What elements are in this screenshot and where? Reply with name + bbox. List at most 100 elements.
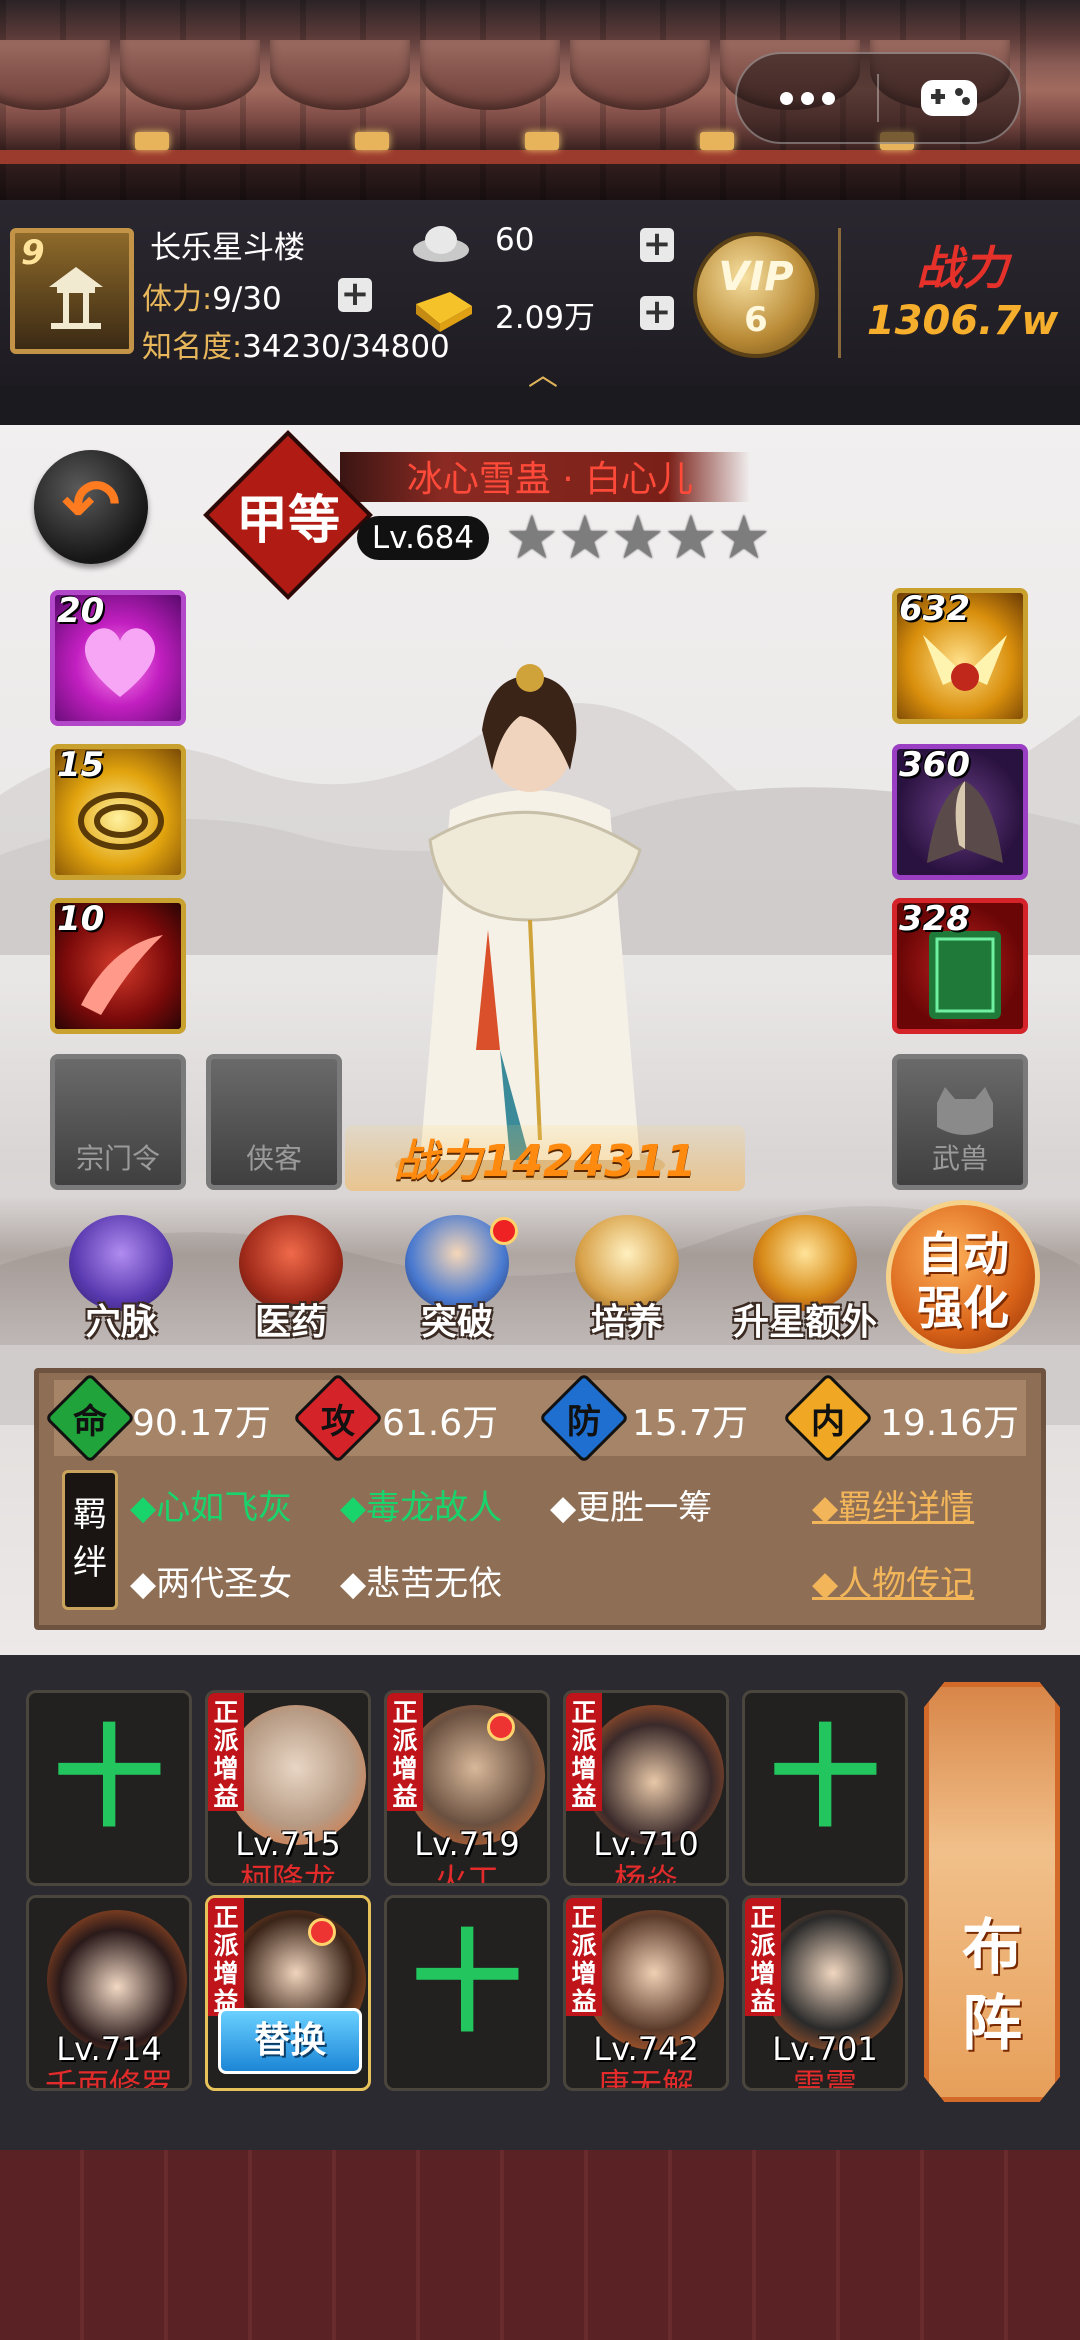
medicine-button[interactable]: 医药 <box>226 1215 356 1345</box>
slot-label: 侠客 <box>245 1142 302 1175</box>
righteous-buff-tag: 正派增益 <box>745 1898 781 2016</box>
inner-stat-icon-text: 内 <box>811 1402 845 1442</box>
companion-slot[interactable]: 侠客 <box>206 1054 342 1190</box>
silver-value: 60 <box>495 222 535 258</box>
add-hero-icon: 十 <box>412 1919 522 2047</box>
beast-slot[interactable]: 武兽 <box>892 1054 1028 1190</box>
bond-item: ◆心如飞灰 <box>130 1488 293 1528</box>
green-book-icon <box>929 931 1001 1019</box>
hero-avatar <box>405 1705 545 1845</box>
attack-stat-value: 61.6万 <box>382 1403 499 1444</box>
gold-ingot-icon <box>410 284 478 334</box>
inner-stat-value: 19.16万 <box>880 1403 1020 1444</box>
hero-avatar <box>763 1910 903 2050</box>
curtain <box>570 40 710 110</box>
skill-slot[interactable]: 10 <box>50 898 186 1034</box>
star-icon: ★ <box>717 503 771 573</box>
expand-chevron-icon[interactable]: ︿ <box>528 350 558 394</box>
hero-avatar <box>226 1705 366 1845</box>
team-slot-empty[interactable]: 十 <box>26 1690 192 1886</box>
skill-slot[interactable]: 15 <box>50 744 186 880</box>
stamina-label: 体力: <box>142 282 213 317</box>
player-avatar[interactable]: 9 <box>10 228 134 354</box>
function-label: 穴脉 <box>84 1302 157 1343</box>
defense-stat-icon-text: 防 <box>567 1402 601 1442</box>
team-slot[interactable]: 正派增益 Lv.701 雷震 <box>742 1895 908 2091</box>
hero-name: 火工 <box>434 1861 499 1886</box>
hero-power-value: 1424311 <box>481 1136 697 1187</box>
slot-label: 宗门令 <box>75 1142 160 1175</box>
bond-item: ◆悲苦无依 <box>340 1564 503 1604</box>
hero-name: 雷震 <box>792 2066 857 2091</box>
team-slot[interactable]: Lv.714 千面修罗 <box>26 1895 192 2091</box>
life-stat-icon-text: 命 <box>73 1402 107 1442</box>
equip-slot[interactable]: 328 <box>892 898 1028 1034</box>
function-label: 升星额外 <box>732 1302 877 1343</box>
team-slot[interactable]: 正派增益 Lv.710 杨焱 <box>563 1690 729 1886</box>
hero-power: 战力1424311 <box>345 1125 745 1191</box>
hero-name: 千面修罗 <box>44 2066 173 2091</box>
gamepad-button[interactable] <box>879 76 1019 120</box>
heart-skill-icon <box>84 628 156 697</box>
righteous-buff-tag: 正派增益 <box>208 1898 244 2016</box>
auto-enhance-button[interactable]: 自动 强化 <box>886 1200 1040 1354</box>
total-power: 战力 1306.7w <box>850 232 1075 360</box>
star-icon: ★ <box>664 503 718 573</box>
add-stamina-button[interactable]: + <box>338 277 372 312</box>
sect-token-slot[interactable]: 宗门令 <box>50 1054 186 1190</box>
hero-avatar <box>584 1910 724 2050</box>
team-slot[interactable]: 正派增益 Lv.742 唐无解 <box>563 1895 729 2091</box>
gold-value: 2.09万 <box>495 300 596 336</box>
total-power-value: 1306.7w <box>866 298 1059 344</box>
hero-name: 唐无解 <box>597 2066 694 2091</box>
add-silver-button[interactable]: + <box>640 227 674 262</box>
life-stat-value: 90.17万 <box>132 1403 272 1444</box>
edge-decoration <box>0 1300 20 1400</box>
vip-label: VIP <box>718 254 794 300</box>
equip-slot[interactable]: 632 <box>892 588 1028 724</box>
star-extra-button[interactable]: 升星额外 <box>730 1215 880 1345</box>
star-icon: ★ <box>558 503 612 573</box>
hero-name: 冰心雪蛊 · 白心儿 <box>406 459 694 500</box>
breakthrough-button[interactable]: 突破 <box>392 1215 522 1345</box>
team-slot-empty[interactable]: 十 <box>384 1895 550 2091</box>
bond-item: ◆两代圣女 <box>130 1564 293 1604</box>
bottom-decoration <box>0 2150 1080 2340</box>
replace-button[interactable]: 替换 <box>218 2008 362 2074</box>
equip-level: 328 <box>899 899 970 939</box>
hero-power-label: 战力 <box>393 1136 482 1187</box>
skill-level: 15 <box>57 745 105 785</box>
stamina-row: 体力:9/30 <box>142 274 282 318</box>
team-slot-current[interactable]: 正派增益 替换 <box>205 1895 371 2091</box>
beast-icon <box>937 1087 993 1135</box>
back-button[interactable]: ↶ <box>34 450 148 564</box>
biography-link[interactable]: ◆人物传记 <box>812 1556 1012 1605</box>
add-gold-button[interactable]: + <box>640 295 674 330</box>
vip-badge[interactable]: VIP 6 <box>693 232 819 358</box>
pagoda-icon <box>49 267 103 329</box>
hero-avatar <box>584 1705 724 1845</box>
attack-stat-icon-text: 攻 <box>321 1402 355 1442</box>
lamp <box>135 132 169 150</box>
golden-wing-icon <box>923 635 1007 691</box>
more-menu-button[interactable] <box>737 91 877 105</box>
team-slot[interactable]: 正派增益 Lv.719 火工 <box>384 1690 550 1886</box>
star-icon: ★ <box>611 503 665 573</box>
formation-char: 布阵 <box>962 1913 1022 2059</box>
fame-label: 知名度: <box>142 330 243 365</box>
notification-dot <box>490 1217 518 1245</box>
auto-enhance-line1: 自动 <box>917 1227 1009 1281</box>
function-label: 医药 <box>254 1302 327 1343</box>
skill-slot[interactable]: 20 <box>50 590 186 726</box>
silver-ingot-icon <box>410 220 472 264</box>
bond-details-link[interactable]: ◆羁绊详情 <box>812 1480 1012 1529</box>
team-slot-empty[interactable]: 十 <box>742 1690 908 1886</box>
function-label: 突破 <box>420 1302 493 1343</box>
hero-name: 杨焱 <box>613 1861 678 1886</box>
hero-name: 柯降龙 <box>239 1861 336 1886</box>
acupoint-button[interactable]: 穴脉 <box>56 1215 186 1345</box>
bond-badge: 羁绊 <box>62 1470 118 1610</box>
cultivate-button[interactable]: 培养 <box>562 1215 692 1345</box>
equip-slot[interactable]: 360 <box>892 744 1028 880</box>
team-slot[interactable]: 正派增益 Lv.715 柯降龙 <box>205 1690 371 1886</box>
